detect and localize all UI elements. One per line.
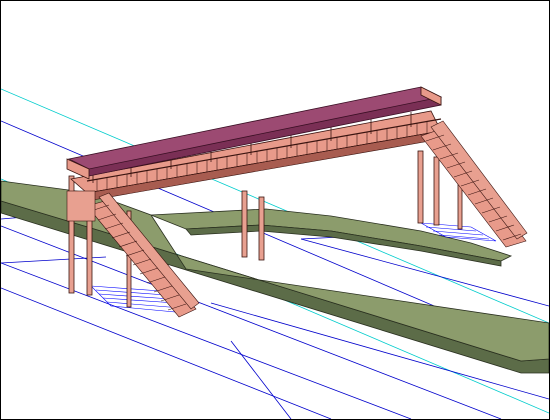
grid-line-blue — [1, 287, 332, 419]
bridge-span — [66, 86, 443, 202]
stair-rail-left — [98, 192, 200, 310]
column — [417, 150, 424, 224]
cad-viewport[interactable] — [0, 0, 550, 420]
bridge-3d-scene — [1, 86, 549, 419]
grid-line-blue — [1, 262, 412, 419]
stair-landing-left — [66, 190, 96, 222]
column — [241, 190, 248, 258]
column — [258, 196, 265, 261]
grid-line-blue — [230, 340, 292, 419]
column — [433, 156, 440, 226]
